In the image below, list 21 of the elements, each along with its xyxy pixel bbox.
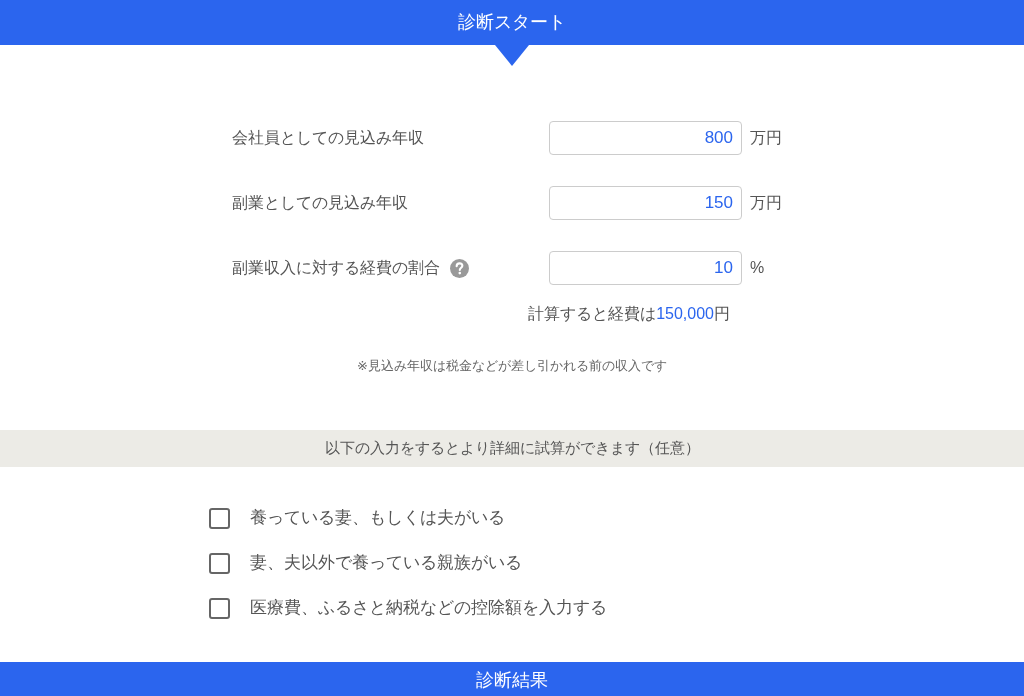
field-label: 副業収入に対する経費の割合	[232, 258, 440, 278]
number-input-field[interactable]: 150	[549, 186, 742, 220]
number-input-field[interactable]: 800	[549, 121, 742, 155]
checkbox-label: 妻、夫以外で養っている親族がいる	[250, 552, 522, 575]
unit-label: 万円	[750, 128, 783, 148]
unit-label: %	[750, 258, 766, 278]
checkbox-label: 養っている妻、もしくは夫がいる	[250, 507, 505, 530]
note-text: ※見込み年収は税金などが差し引かれる前の収入です	[356, 357, 668, 375]
unit-label: 万円	[750, 193, 783, 213]
section-title: 診断スタート	[458, 11, 566, 34]
section-title: 診断結果	[476, 670, 548, 692]
field-label: 副業としての見込み年収	[232, 193, 408, 213]
band-text: 以下の入力をするとより詳細に試算ができます（任意）	[324, 437, 700, 458]
number-input-field[interactable]: 10	[549, 251, 742, 285]
help-icon[interactable]	[450, 258, 469, 278]
checkbox[interactable]	[209, 597, 230, 619]
checkbox[interactable]	[209, 507, 230, 529]
checkbox-label: 医療費、ふるさと納税などの控除額を入力する	[250, 597, 607, 620]
field-label: 会社員としての見込み年収	[232, 128, 424, 148]
checkbox[interactable]	[209, 552, 230, 574]
expense-result-text: 計算すると経費は150,000円	[527, 304, 731, 324]
